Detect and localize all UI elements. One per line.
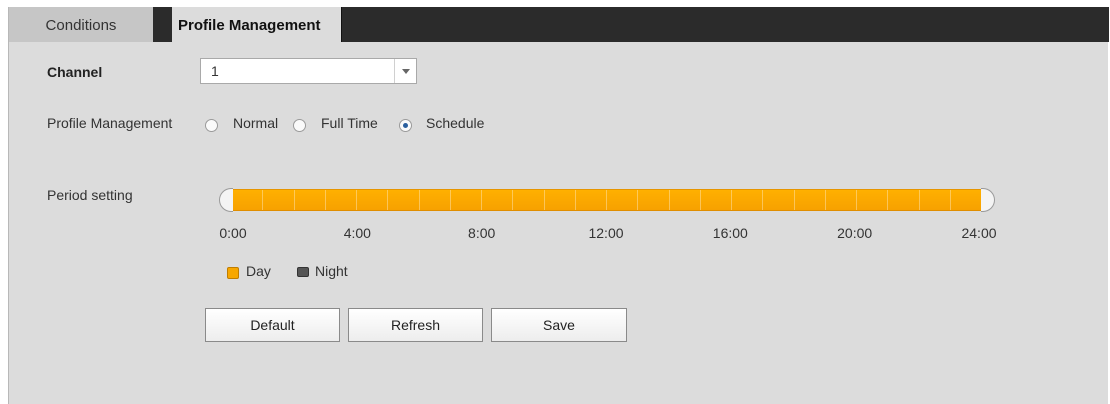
timeline-tick-label: 4:00 xyxy=(343,225,371,241)
timeline-hour-divider xyxy=(824,190,826,210)
timeline-tick-label: 20:00 xyxy=(837,225,873,241)
timeline-hour-divider xyxy=(793,190,795,210)
tab-conditions[interactable]: Conditions xyxy=(9,7,159,42)
timeline-hour-divider xyxy=(449,190,451,210)
timeline-hour-divider xyxy=(856,190,857,210)
radio-full-time[interactable] xyxy=(293,119,306,132)
channel-label: Channel xyxy=(47,64,103,80)
timeline-hour-divider xyxy=(418,190,420,210)
timeline-hour-divider xyxy=(262,190,264,210)
settings-panel: Conditions Profile Management Channel 1 … xyxy=(8,7,1109,404)
night-legend-swatch xyxy=(297,267,309,277)
timeline-tick-label: 24:00 xyxy=(961,225,997,241)
channel-select[interactable]: 1 xyxy=(200,58,417,84)
timeline-tick-label: 0:00 xyxy=(219,225,247,241)
timeline-hour-divider xyxy=(918,190,920,210)
channel-select-value: 1 xyxy=(211,63,219,79)
timeline-hour-divider xyxy=(606,190,607,210)
timeline-hour-divider xyxy=(949,190,951,210)
timeline-hour-divider xyxy=(574,190,576,210)
timeline-hour-divider xyxy=(762,190,764,210)
period-start-handle[interactable] xyxy=(219,188,233,212)
period-timeline-bar[interactable] xyxy=(231,189,981,211)
radio-normal[interactable] xyxy=(205,119,218,132)
timeline-hour-divider xyxy=(481,190,482,210)
day-legend-label: Day xyxy=(246,263,271,279)
refresh-button[interactable]: Refresh xyxy=(348,308,483,342)
period-setting-label: Period setting xyxy=(47,187,133,203)
timeline-hour-divider xyxy=(668,190,670,210)
timeline-hour-divider xyxy=(637,190,639,210)
timeline-hour-divider xyxy=(731,190,732,210)
timeline-tick-label: 8:00 xyxy=(468,225,496,241)
tab-bar: Conditions Profile Management xyxy=(9,7,1109,42)
timeline-hour-divider xyxy=(887,190,889,210)
timeline-hour-divider xyxy=(324,190,326,210)
save-button[interactable]: Save xyxy=(491,308,627,342)
radio-full-time-label[interactable]: Full Time xyxy=(321,115,378,131)
timeline-tick-label: 16:00 xyxy=(712,225,748,241)
radio-schedule[interactable] xyxy=(399,119,412,132)
day-legend-swatch xyxy=(227,267,239,279)
timeline-hour-divider xyxy=(699,190,701,210)
chevron-down-icon[interactable] xyxy=(394,59,416,83)
profile-management-label: Profile Management xyxy=(47,115,173,131)
tab-profile-management[interactable]: Profile Management xyxy=(166,7,342,42)
radio-schedule-label[interactable]: Schedule xyxy=(426,115,484,131)
timeline-hour-divider xyxy=(387,190,389,210)
timeline-hour-divider xyxy=(293,190,295,210)
timeline-hour-divider xyxy=(543,190,545,210)
period-end-handle[interactable] xyxy=(981,188,995,212)
night-legend-label: Night xyxy=(315,263,348,279)
default-button[interactable]: Default xyxy=(205,308,340,342)
timeline-hour-divider xyxy=(512,190,514,210)
radio-normal-label[interactable]: Normal xyxy=(233,115,278,131)
timeline-tick-label: 12:00 xyxy=(588,225,624,241)
timeline-hour-divider xyxy=(356,190,357,210)
